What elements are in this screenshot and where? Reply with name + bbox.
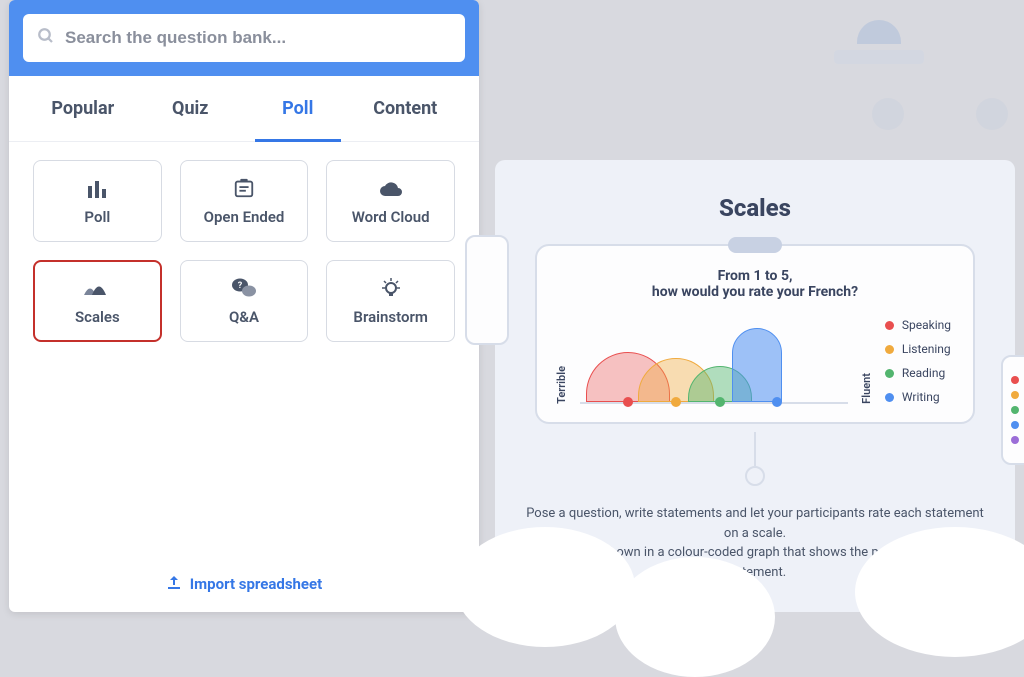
tab-popular[interactable]: Popular xyxy=(29,76,137,141)
card-label: Q&A xyxy=(229,308,259,326)
card-label: Word Cloud xyxy=(352,208,430,226)
qa-icon: ? xyxy=(231,276,257,300)
background-decoration xyxy=(872,98,904,130)
chart-legend: Speaking Listening Reading Writing xyxy=(885,318,955,404)
brainstorm-icon xyxy=(380,276,402,300)
open-ended-icon xyxy=(233,176,255,200)
board-notch xyxy=(728,237,782,253)
card-label: Poll xyxy=(84,208,110,226)
card-label: Brainstorm xyxy=(353,308,427,326)
preview-title: Scales xyxy=(495,160,1015,234)
tab-poll[interactable]: Poll xyxy=(244,76,352,141)
tab-content[interactable]: Content xyxy=(352,76,460,141)
import-spreadsheet-button[interactable]: Import spreadsheet xyxy=(9,556,479,612)
card-qa[interactable]: ? Q&A xyxy=(180,260,309,342)
search-header xyxy=(9,0,479,76)
card-label: Scales xyxy=(75,308,120,326)
axis-label-high: Fluent xyxy=(860,373,873,404)
poll-icon xyxy=(86,176,108,200)
presentation-stand xyxy=(495,432,1015,486)
preview-question-line2: how would you rate your French? xyxy=(555,284,955,300)
legend-item: Reading xyxy=(885,366,951,380)
upload-icon xyxy=(166,574,182,594)
preview-board: From 1 to 5, how would you rate your Fre… xyxy=(535,244,975,424)
card-poll[interactable]: Poll xyxy=(33,160,162,242)
tab-quiz[interactable]: Quiz xyxy=(137,76,245,141)
legend-item: Listening xyxy=(885,342,951,356)
preview-description: Pose a question, write statements and le… xyxy=(523,504,987,582)
legend-label: Reading xyxy=(902,366,945,380)
legend-label: Writing xyxy=(902,390,940,404)
legend-item: Writing xyxy=(885,390,951,404)
svg-text:?: ? xyxy=(238,281,243,291)
background-decoration xyxy=(976,98,1008,130)
scales-icon xyxy=(82,276,112,300)
card-word-cloud[interactable]: Word Cloud xyxy=(326,160,455,242)
background-decoration xyxy=(834,20,924,70)
card-scales[interactable]: Scales xyxy=(33,260,162,342)
legend-label: Speaking xyxy=(902,318,951,332)
card-brainstorm[interactable]: Brainstorm xyxy=(326,260,455,342)
tab-bar: Popular Quiz Poll Content xyxy=(9,76,479,142)
card-open-ended[interactable]: Open Ended xyxy=(180,160,309,242)
desc-line2: Results are shown in a colour-coded grap… xyxy=(535,545,975,580)
search-icon xyxy=(37,27,55,50)
search-box[interactable] xyxy=(23,14,465,62)
preview-chart: Terrible Fluent Speaking Listening Readi… xyxy=(555,318,955,404)
chart-humps xyxy=(580,326,848,404)
card-grid: Poll Open Ended Word Cloud Scales ? Q&A xyxy=(9,142,479,360)
preview-adjacent-right xyxy=(1001,355,1024,465)
question-type-panel: Popular Quiz Poll Content Poll Open Ende… xyxy=(9,0,479,612)
desc-line1: Pose a question, write statements and le… xyxy=(526,506,984,541)
search-input[interactable] xyxy=(65,28,451,48)
import-label: Import spreadsheet xyxy=(190,575,322,593)
preview-adjacent-left xyxy=(465,235,509,345)
preview-panel: Scales From 1 to 5, how would you rate y… xyxy=(495,160,1015,612)
cloud-icon xyxy=(378,176,404,200)
legend-item: Speaking xyxy=(885,318,951,332)
card-label: Open Ended xyxy=(204,208,285,226)
legend-label: Listening xyxy=(902,342,951,356)
preview-question-line1: From 1 to 5, xyxy=(555,268,955,284)
axis-label-low: Terrible xyxy=(555,366,568,404)
